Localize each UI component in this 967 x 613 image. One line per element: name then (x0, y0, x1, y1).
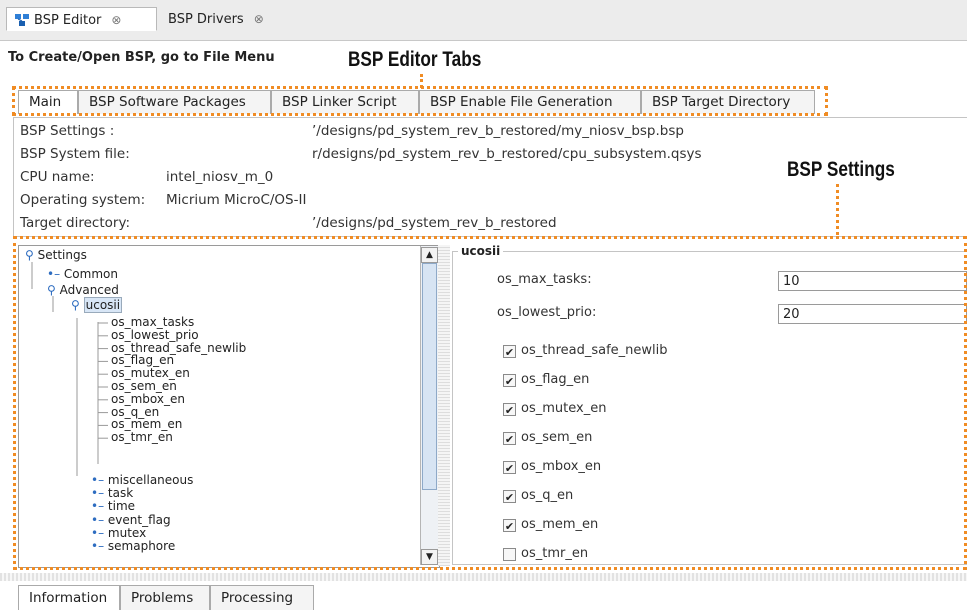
tab-information[interactable]: Information (18, 585, 120, 610)
target-directory-label: Target directory: (20, 215, 131, 231)
close-icon[interactable]: ⊗ (111, 13, 121, 27)
operating-system-label: Operating system: (20, 192, 146, 208)
callout-box-settings (13, 236, 967, 570)
tab-bsp-editor-label: BSP Editor (34, 13, 102, 28)
page-hint: To Create/Open BSP, go to File Menu (8, 50, 275, 65)
callout-box-tabs (12, 86, 828, 116)
operating-system-value: Micrium MicroC/OS-II (166, 192, 307, 208)
bottom-splitter[interactable] (0, 573, 967, 581)
close-icon[interactable]: ⊗ (254, 12, 264, 26)
bsp-system-file-label: BSP System file: (20, 146, 130, 162)
bsp-settings-label: BSP Settings : (20, 123, 115, 139)
tab-processing[interactable]: Processing (210, 585, 314, 610)
target-directory-path: ’/designs/pd_system_rev_b_restored (312, 215, 557, 231)
bsp-system-file-path: r/designs/pd_system_rev_b_restored/cpu_s… (312, 146, 702, 162)
tab-bsp-drivers[interactable]: BSP Drivers ⊗ (160, 7, 290, 31)
bsp-settings-path: ’/designs/pd_system_rev_b_restored/my_ni… (312, 123, 684, 139)
callout-bsp-editor-tabs: BSP Editor Tabs (348, 48, 482, 71)
bsp-editor-icon (15, 14, 29, 26)
tab-bsp-editor[interactable]: BSP Editor ⊗ (6, 7, 157, 31)
cpu-name-label: CPU name: (20, 169, 95, 185)
cpu-name-value: intel_niosv_m_0 (166, 169, 274, 185)
tab-bsp-drivers-label: BSP Drivers (168, 12, 244, 27)
tab-problems[interactable]: Problems (120, 585, 210, 610)
